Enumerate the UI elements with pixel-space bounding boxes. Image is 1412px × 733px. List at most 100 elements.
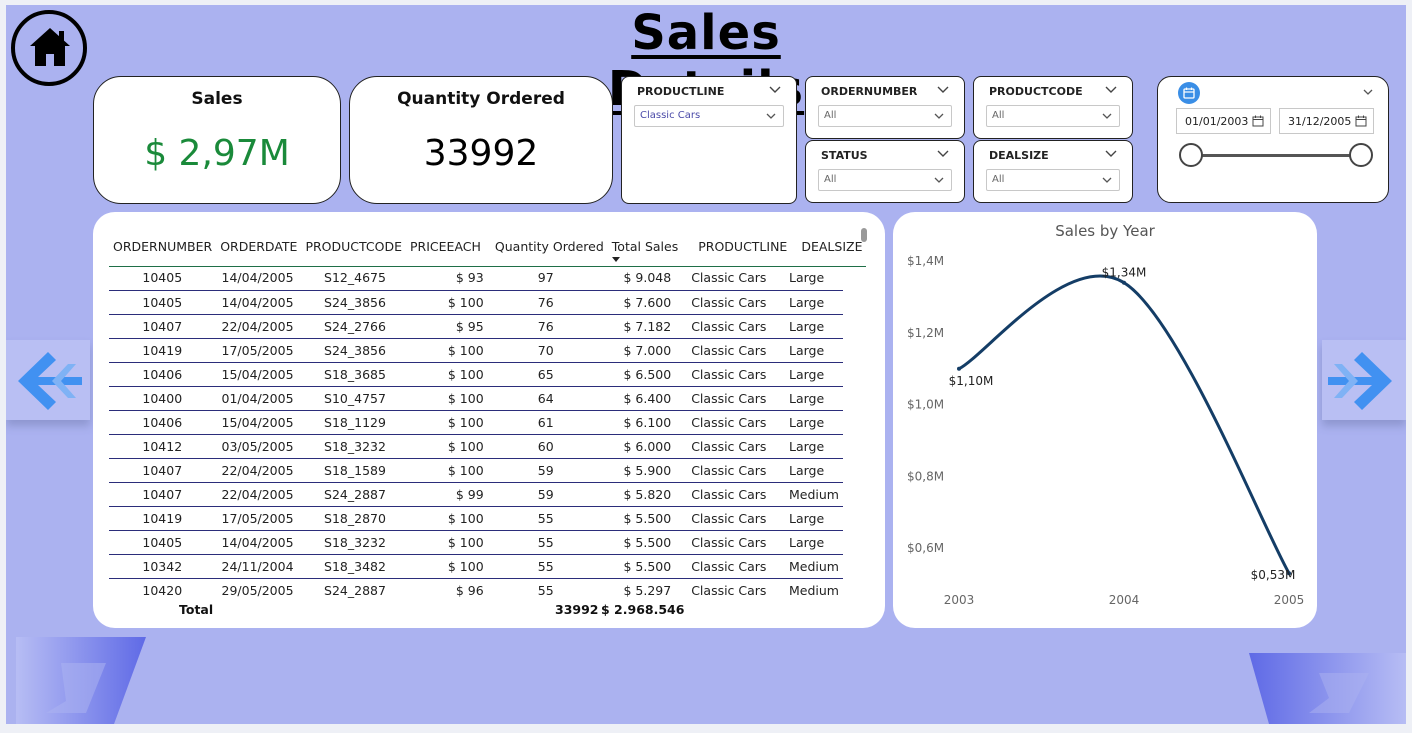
table-cell: 14/04/2005 (215, 290, 300, 315)
date-range-slicer: 01/01/2003 31/12/2005 (1157, 76, 1389, 203)
table-cell: $ 100 (410, 386, 494, 411)
table-cell: S24_2766 (299, 314, 411, 339)
productline-dropdown[interactable]: Classic Cars (634, 105, 784, 127)
table-row[interactable]: 10420 29/05/2005 S24_2887 $ 96 55 $ 5.297 Clas… (109, 578, 843, 598)
home-button[interactable] (11, 10, 87, 86)
table-body[interactable]: 10405 14/04/2005 S12_4675 $ 93 97 $ 9.048 Clas… (109, 266, 843, 598)
table-cell: 10406 (109, 362, 216, 387)
table-cell: 55 (493, 554, 598, 579)
productline-slicer: PRODUCTLINE Classic Cars (621, 76, 797, 204)
table-cell: $ 100 (410, 338, 494, 363)
column-header[interactable]: Quantity Ordered (490, 228, 608, 267)
chevron-down-icon[interactable] (1362, 86, 1374, 98)
table-cell: 10419 (109, 506, 216, 531)
column-header[interactable]: PRICEEACH (406, 228, 491, 267)
y-tick-label: $1,4M (907, 254, 944, 268)
column-header[interactable]: ORDERDATE (216, 228, 302, 267)
table-cell: 10407 (109, 458, 216, 483)
dealsize-slicer-title: DEALSIZE (989, 149, 1049, 162)
table-row[interactable]: 10405 14/04/2005 S24_3856 $ 100 76 $ 7.600 Cla… (109, 290, 843, 315)
table-cell: 55 (493, 530, 598, 555)
column-header[interactable]: PRODUCTCODE (301, 228, 407, 267)
table-cell: Large (778, 530, 843, 555)
table-cell: 76 (493, 314, 598, 339)
table-cell: Large (778, 266, 843, 291)
table-cell: $ 6.500 (597, 362, 682, 387)
table-row[interactable]: 10419 17/05/2005 S18_2870 $ 100 55 $ 5.500 Cla… (109, 506, 843, 531)
table-cell: $ 7.182 (597, 314, 682, 339)
table-row[interactable]: 10405 14/04/2005 S12_4675 $ 93 97 $ 9.048 Clas… (109, 266, 843, 291)
end-date-input[interactable]: 31/12/2005 (1279, 108, 1374, 134)
double-chevron-right-icon[interactable] (1326, 350, 1394, 412)
ordernumber-slicer-title: ORDERNUMBER (821, 85, 918, 98)
table-cell: S18_3232 (299, 434, 411, 459)
ordernumber-dropdown[interactable]: All (818, 105, 952, 127)
table-cell: Medium (778, 578, 843, 598)
table-cell: 70 (493, 338, 598, 363)
column-header[interactable]: ORDERNUMBER (109, 228, 217, 267)
status-slicer-title: STATUS (821, 149, 868, 162)
table-row[interactable]: 10407 22/04/2005 S24_2887 $ 99 59 $ 5.820 Clas… (109, 482, 843, 507)
table-cell: $ 5.297 (597, 578, 682, 598)
table-cell: 97 (493, 266, 598, 291)
table-row[interactable]: 10406 15/04/2005 S18_1129 $ 100 61 $ 6.100 Cla… (109, 410, 843, 435)
status-dropdown[interactable]: All (818, 169, 952, 191)
table-cell: S18_1129 (299, 410, 411, 435)
sales-kpi-value: $ 2,97M (144, 133, 290, 174)
column-header[interactable]: PRODUCTLINE (688, 228, 792, 267)
date-slider-start-handle[interactable] (1179, 143, 1203, 167)
table-cell: 29/05/2005 (215, 578, 300, 598)
series-line[interactable] (958, 274, 1291, 574)
table-cell: Classic Cars (681, 554, 779, 579)
quantity-kpi-label: Quantity Ordered (397, 89, 565, 109)
table-row[interactable]: 10407 22/04/2005 S24_2766 $ 95 76 $ 7.182 Clas… (109, 314, 843, 339)
y-tick-label: $0,8M (907, 469, 944, 483)
chevron-down-icon[interactable] (768, 83, 782, 97)
table-cell: 10405 (109, 530, 216, 555)
table-row[interactable]: 10419 17/05/2005 S24_3856 $ 100 70 $ 7.000 Cla… (109, 338, 843, 363)
table-row[interactable]: 10400 01/04/2005 S10_4757 $ 100 64 $ 6.400 Cla… (109, 386, 843, 411)
sales-by-year-chart: $1,4M $1,2M $1,0M $0,8M $0,6M 2003 2004 2005 $1,… (907, 254, 1304, 607)
chevron-down-icon[interactable] (1104, 147, 1118, 161)
table-cell: 10407 (109, 314, 216, 339)
table-cell: Classic Cars (681, 578, 779, 598)
table-cell: Large (778, 314, 843, 339)
column-header[interactable]: Total Sales (607, 228, 689, 267)
productcode-dropdown[interactable]: All (986, 105, 1120, 127)
data-point[interactable] (1122, 280, 1126, 285)
table-cell: Large (778, 458, 843, 483)
table-cell: $ 100 (410, 410, 494, 435)
table-cell: 14/04/2005 (215, 530, 300, 555)
table-cell: 10420 (109, 578, 216, 598)
data-point[interactable] (957, 366, 961, 371)
ordernumber-slicer: ORDERNUMBER All (805, 76, 965, 139)
start-date-input[interactable]: 01/01/2003 (1176, 108, 1271, 134)
chevron-down-icon[interactable] (936, 147, 950, 161)
sales-details-table-panel: ORDERNUMBER ORDERDATE PRODUCTCODE PRICEEACH… (93, 212, 885, 628)
chevron-down-icon[interactable] (936, 83, 950, 97)
table-cell: Classic Cars (681, 338, 779, 363)
date-slider-end-handle[interactable] (1349, 143, 1373, 167)
table-cell: 65 (493, 362, 598, 387)
table-cell: 24/11/2004 (215, 554, 300, 579)
table-cell: $ 5.500 (597, 506, 682, 531)
decorative-shape-right (1249, 653, 1406, 724)
dealsize-dropdown[interactable]: All (986, 169, 1120, 191)
date-slider-track[interactable] (1190, 154, 1358, 157)
table-row[interactable]: 10407 22/04/2005 S18_1589 $ 100 59 $ 5.900 Cla… (109, 458, 843, 483)
table-scrollbar[interactable] (861, 228, 867, 242)
chevron-down-icon[interactable] (1104, 83, 1118, 97)
table-cell: 22/04/2005 (215, 458, 300, 483)
table-cell: 59 (493, 458, 598, 483)
table-cell: S18_3685 (299, 362, 411, 387)
table-row[interactable]: 10342 24/11/2004 S18_3482 $ 100 55 $ 5.500 Cla… (109, 554, 843, 579)
table-row[interactable]: 10405 14/04/2005 S18_3232 $ 100 55 $ 5.500 Cla… (109, 530, 843, 555)
column-header[interactable]: DEALSIZE (791, 228, 867, 267)
table-cell: S18_2870 (299, 506, 411, 531)
double-chevron-left-icon[interactable] (16, 350, 84, 412)
total-quantity: 33992 (555, 602, 599, 617)
table-row[interactable]: 10406 15/04/2005 S18_3685 $ 100 65 $ 6.500 Cla… (109, 362, 843, 387)
table-row[interactable]: 10412 03/05/2005 S18_3232 $ 100 60 $ 6.000 Cla… (109, 434, 843, 459)
table-cell: Large (778, 338, 843, 363)
quantity-kpi-value: 33992 (423, 133, 539, 174)
